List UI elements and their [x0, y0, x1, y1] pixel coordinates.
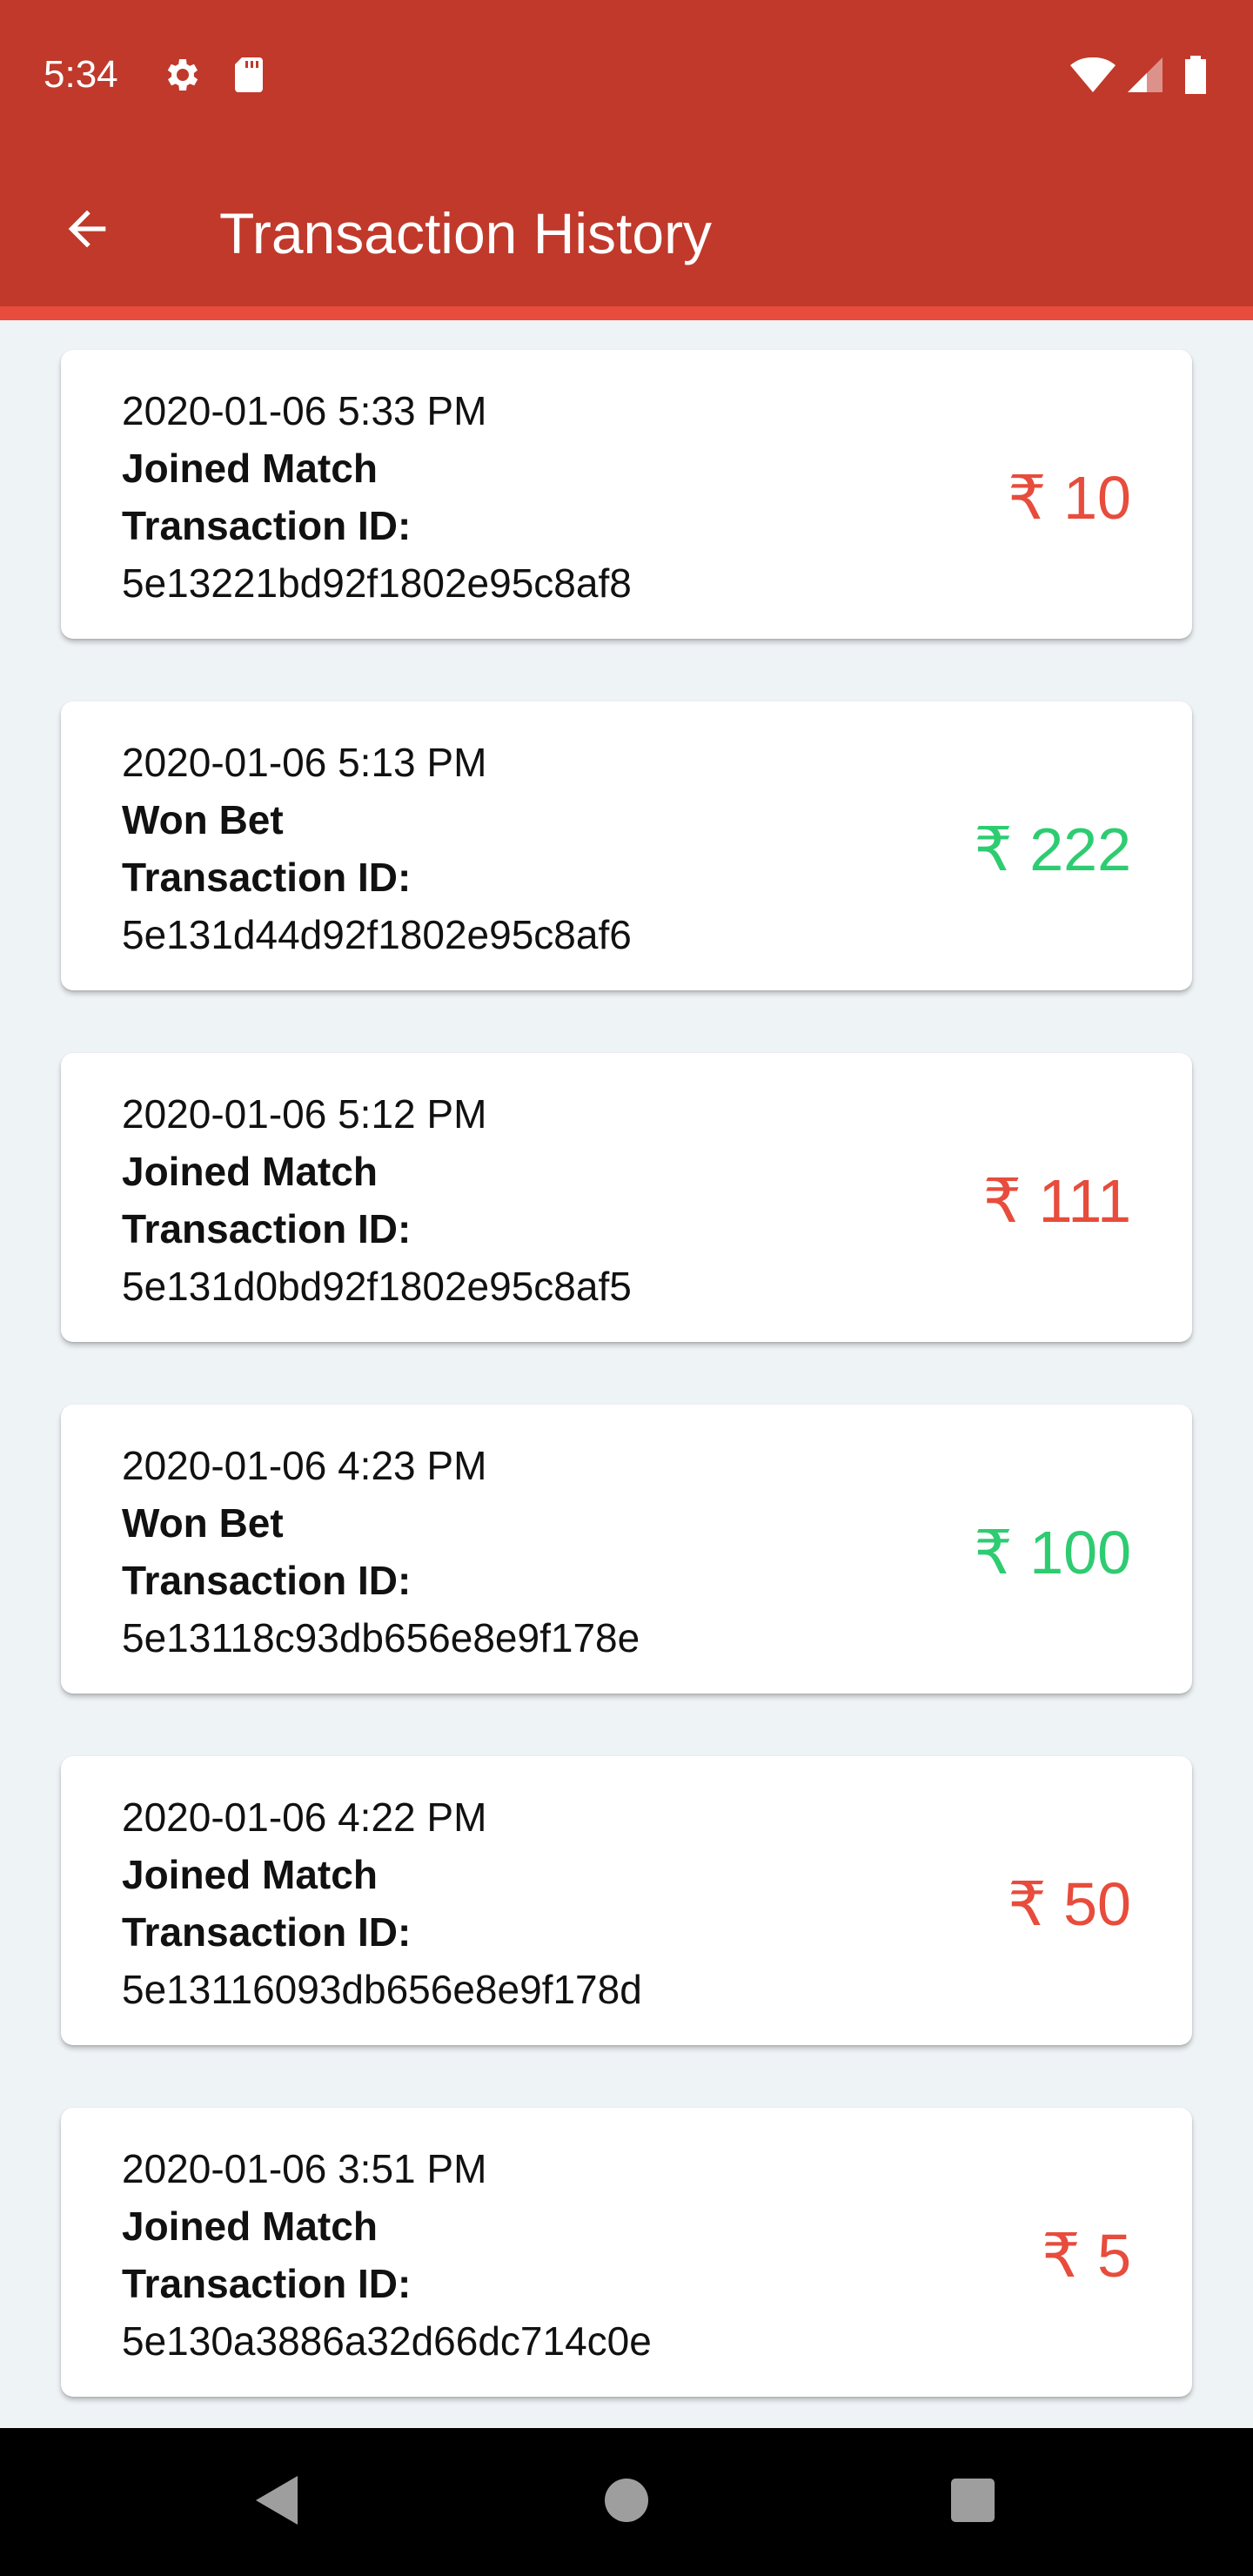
transaction-type: Won Bet — [122, 1500, 284, 1546]
nav-recents-button[interactable] — [929, 2459, 1016, 2546]
nav-recents-icon — [948, 2476, 997, 2529]
battery-icon — [1182, 54, 1209, 96]
transaction-amount: ₹ 5 — [1042, 2222, 1131, 2290]
nav-home-icon — [602, 2476, 651, 2529]
back-button[interactable] — [52, 196, 122, 265]
transaction-id-label: Transaction ID: — [122, 855, 412, 900]
transaction-id: 5e131d0bd92f1802e95c8af5 — [122, 1264, 632, 1309]
system-nav-bar — [0, 2428, 1253, 2576]
transaction-date: 2020-01-06 5:33 PM — [122, 388, 487, 433]
transaction-id-label: Transaction ID: — [122, 503, 412, 548]
transaction-id-label: Transaction ID: — [122, 1909, 412, 1955]
transaction-id-label: Transaction ID: — [122, 1206, 412, 1251]
transaction-card[interactable]: 2020-01-06 4:23 PM Won Bet Transaction I… — [61, 1405, 1192, 1694]
transaction-date: 2020-01-06 3:51 PM — [122, 2146, 487, 2191]
transaction-amount: ₹ 222 — [974, 815, 1131, 883]
transaction-id: 5e13116093db656e8e9f178d — [122, 1967, 642, 2012]
transaction-type: Joined Match — [122, 2204, 378, 2249]
transaction-date: 2020-01-06 5:12 PM — [122, 1091, 487, 1137]
transaction-date: 2020-01-06 4:23 PM — [122, 1443, 487, 1488]
transaction-id-label: Transaction ID: — [122, 1558, 412, 1603]
transaction-card[interactable]: 2020-01-06 3:51 PM Joined Match Transact… — [61, 2108, 1192, 2397]
transaction-card[interactable]: 2020-01-06 5:13 PM Won Bet Transaction I… — [61, 701, 1192, 990]
nav-home-button[interactable] — [583, 2459, 670, 2546]
settings-icon — [162, 54, 204, 96]
transaction-id: 5e13118c93db656e8e9f178e — [122, 1615, 640, 1660]
nav-back-button[interactable] — [233, 2459, 320, 2546]
status-time: 5:34 — [44, 53, 118, 96]
transaction-card[interactable]: 2020-01-06 5:33 PM Joined Match Transact… — [61, 350, 1192, 639]
transaction-type: Joined Match — [122, 1852, 378, 1897]
transaction-id: 5e131d44d92f1802e95c8af6 — [122, 912, 632, 957]
transaction-amount: ₹ 50 — [1008, 1870, 1131, 1938]
transaction-amount: ₹ 100 — [974, 1519, 1131, 1587]
transaction-id-label: Transaction ID: — [122, 2261, 412, 2306]
app-bar: Transaction History — [0, 148, 1253, 308]
cellular-signal-icon — [1124, 54, 1166, 96]
nav-back-icon — [252, 2472, 301, 2532]
arrow-back-icon — [59, 201, 115, 261]
transaction-card[interactable]: 2020-01-06 4:22 PM Joined Match Transact… — [61, 1756, 1192, 2045]
app-bar-accent-strip — [0, 306, 1253, 320]
transaction-type: Joined Match — [122, 1149, 378, 1194]
transaction-date: 2020-01-06 4:22 PM — [122, 1794, 487, 1840]
app-screen: 5:34 Transaction History 2020-01-06 5:33… — [0, 0, 1253, 2576]
transaction-id: 5e13221bd92f1802e95c8af8 — [122, 560, 632, 606]
status-bar: 5:34 — [0, 0, 1253, 148]
transaction-type: Joined Match — [122, 446, 378, 491]
transaction-list[interactable]: 2020-01-06 5:33 PM Joined Match Transact… — [0, 320, 1253, 2428]
transaction-type: Won Bet — [122, 797, 284, 842]
wifi-icon — [1069, 54, 1117, 96]
page-title: Transaction History — [219, 201, 713, 265]
transaction-amount: ₹ 10 — [1008, 464, 1131, 532]
transaction-id: 5e130a3886a32d66dc714c0e — [122, 2318, 652, 2364]
transaction-date: 2020-01-06 5:13 PM — [122, 740, 487, 785]
sd-card-icon — [228, 54, 270, 96]
transaction-card[interactable]: 2020-01-06 5:12 PM Joined Match Transact… — [61, 1053, 1192, 1342]
transaction-amount: ₹ 111 — [982, 1167, 1131, 1235]
